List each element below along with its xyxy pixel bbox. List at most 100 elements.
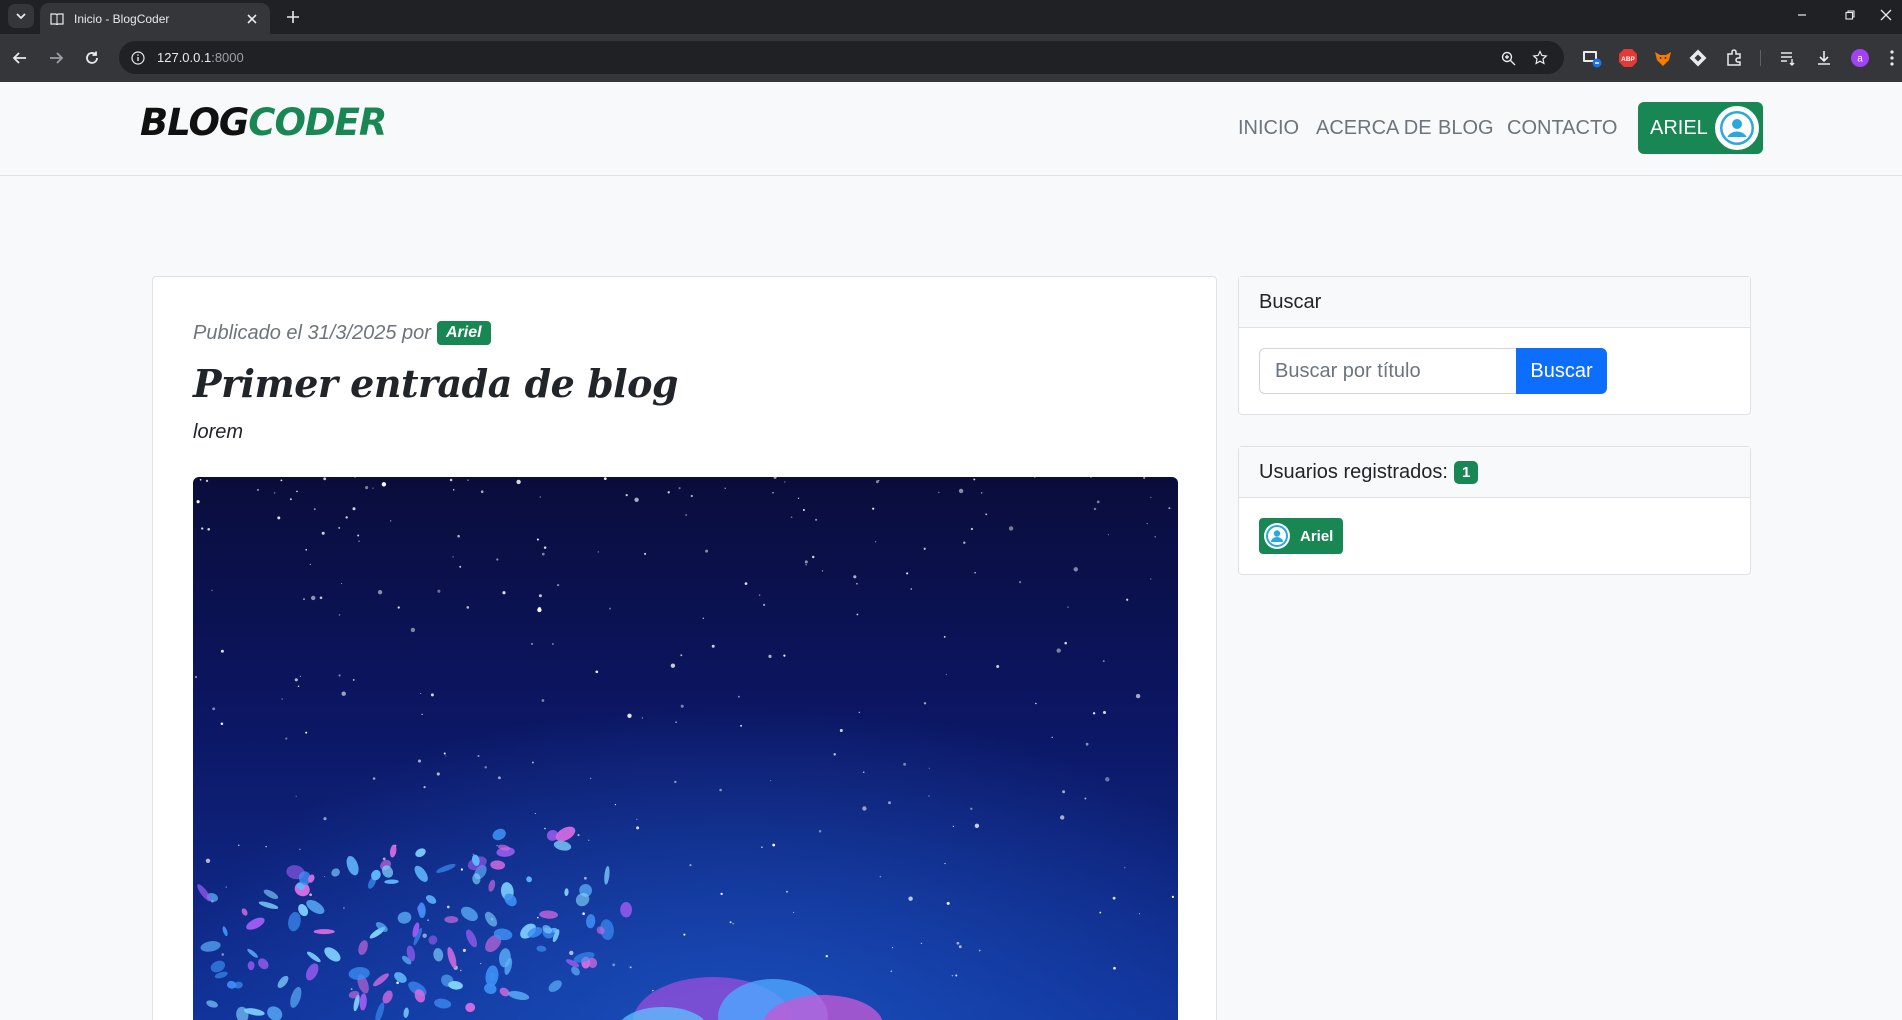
star [496,844,498,847]
star [211,589,213,591]
star [958,945,962,949]
reload-button[interactable] [78,44,106,72]
star [720,892,723,896]
star [311,595,316,601]
star [890,970,893,973]
diamond-extension-icon[interactable] [1688,48,1708,68]
star [377,590,383,595]
info-icon[interactable] [129,49,147,67]
new-tab-button[interactable] [282,6,304,28]
fox-extension-icon[interactable] [1653,48,1673,68]
star [417,759,422,763]
star [641,717,644,719]
star [680,704,684,708]
restore-button[interactable] [1828,0,1872,30]
star [856,613,859,616]
search-card: Buscar Buscar [1238,276,1751,415]
star [702,617,705,620]
back-button[interactable] [6,44,34,72]
star [410,627,416,633]
nav-link-blog[interactable]: BLOG [1438,117,1494,140]
star [480,490,484,493]
star [903,762,907,766]
close-window-button[interactable] [1870,0,1902,30]
star [420,692,422,694]
star [309,563,311,565]
star-icon[interactable] [1531,49,1549,67]
forward-button[interactable] [42,44,70,72]
star [923,547,926,550]
star [273,492,276,494]
star [1107,534,1109,536]
search-input[interactable] [1259,348,1516,394]
star [338,526,341,529]
tab-title: Inicio - BlogCoder [74,11,170,26]
nav-link-inicio[interactable]: INICIO [1238,117,1299,140]
puzzle-icon[interactable] [1724,48,1744,68]
star [430,693,434,697]
search-card-header: Buscar [1239,277,1750,328]
star [609,607,611,610]
brand-logo[interactable]: BLOGCODER [140,104,387,141]
star [1154,536,1156,538]
star [212,707,216,711]
user-chip-name: Ariel [1300,527,1334,545]
star [1067,606,1069,608]
star [289,498,292,501]
restore-icon [1845,10,1855,20]
star [299,848,301,850]
nav-link-contacto[interactable]: CONTACTO [1507,117,1617,140]
star [744,582,748,585]
close-tab-icon[interactable] [244,11,260,27]
author-badge[interactable]: Ariel [436,321,491,345]
star [341,691,346,696]
published-text: Publicado el 31/3/2025 por [193,321,431,344]
star [970,527,974,531]
star [323,477,327,481]
user-chip-ariel[interactable]: Ariel [1259,518,1344,554]
star [372,777,376,780]
address-bar[interactable]: 127.0.0.1:8000 [119,41,1564,74]
star [862,771,865,774]
star [636,818,638,820]
nav-link-acerca-de[interactable]: ACERCA DE [1316,117,1432,140]
star [309,893,312,897]
browser-tab[interactable]: Inicio - BlogCoder [40,3,270,34]
star [536,538,539,541]
post-subtitle: lorem [193,421,244,443]
star [297,685,300,687]
svg-text:a: a [1857,54,1863,65]
star [1150,496,1152,498]
star [858,711,861,714]
profile-avatar-icon[interactable]: a [1850,48,1870,68]
close-icon [1880,9,1892,21]
media-queue-icon[interactable] [1778,48,1798,68]
search-button[interactable]: Buscar [1516,348,1607,394]
star [1008,526,1014,531]
zoom-icon[interactable] [1499,49,1517,67]
extension-screenshot-icon[interactable] [1582,48,1602,68]
browser-menu-icon[interactable] [1882,48,1902,68]
star [678,487,681,490]
star [1092,712,1096,715]
star [946,901,950,905]
star [313,508,316,511]
url-host: 127.0.0.1 [157,50,212,65]
star [1126,598,1129,601]
star [761,846,763,848]
minimize-button[interactable] [1780,0,1824,30]
star [452,556,454,558]
adblock-icon[interactable]: ABP [1618,48,1638,68]
star [784,481,786,483]
tab-search-button[interactable] [8,4,34,28]
user-menu-button[interactable]: ARIEL [1638,102,1763,154]
star [534,812,536,815]
arrow-right-icon [50,52,64,64]
star [839,729,843,732]
star [460,868,464,871]
star [802,509,805,511]
post-title[interactable]: Primer entrada de blog [193,361,679,406]
download-icon[interactable] [1814,48,1834,68]
star [205,479,209,483]
star [365,486,369,490]
